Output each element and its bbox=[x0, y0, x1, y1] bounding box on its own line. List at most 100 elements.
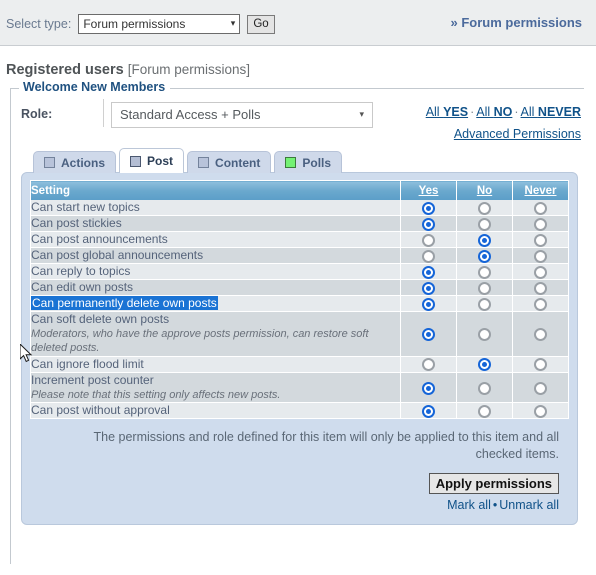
type-select-box[interactable]: Forum permissions ▾ bbox=[78, 14, 241, 34]
footer-note: The permissions and role defined for thi… bbox=[93, 430, 559, 462]
radio-cell-yes[interactable] bbox=[400, 295, 457, 312]
radio-cell-yes[interactable] bbox=[400, 372, 457, 404]
radio-cell-never[interactable] bbox=[512, 231, 569, 248]
radio-yes[interactable] bbox=[422, 381, 435, 395]
mark-all-link[interactable]: Mark all bbox=[447, 498, 491, 512]
radio-never[interactable] bbox=[534, 404, 547, 418]
radio-yes[interactable] bbox=[422, 265, 435, 279]
radio-cell-never[interactable] bbox=[512, 311, 569, 357]
radio-cell-never[interactable] bbox=[512, 263, 569, 280]
radio-cell-no[interactable] bbox=[456, 372, 513, 404]
radio-never[interactable] bbox=[534, 249, 547, 263]
setting-label: Increment post counter bbox=[31, 372, 154, 387]
radio-cell-no[interactable] bbox=[456, 402, 513, 420]
column-header-yes-label[interactable]: Yes bbox=[419, 185, 439, 197]
radio-cell-no[interactable] bbox=[456, 311, 513, 357]
radio-cell-yes[interactable] bbox=[400, 231, 457, 248]
radio-no[interactable] bbox=[478, 265, 491, 279]
radio-cell-yes[interactable] bbox=[400, 215, 457, 232]
tab-content[interactable]: Content bbox=[187, 151, 272, 173]
radio-cell-never[interactable] bbox=[512, 200, 569, 216]
tab-actions[interactable]: Actions bbox=[33, 151, 117, 173]
column-header-no[interactable]: No bbox=[456, 180, 513, 200]
radio-yes[interactable] bbox=[422, 297, 435, 311]
radio-never[interactable] bbox=[534, 217, 547, 231]
table-row: Can post announcements bbox=[30, 231, 569, 248]
radio-never[interactable] bbox=[534, 201, 547, 215]
permissions-table-body: Can start new topics Can post stickies Can… bbox=[30, 200, 569, 420]
role-select-box[interactable]: Standard Access + Polls ▾ bbox=[111, 102, 373, 128]
radio-no[interactable] bbox=[478, 297, 491, 311]
radio-cell-yes[interactable] bbox=[400, 402, 457, 420]
radio-cell-never[interactable] bbox=[512, 279, 569, 296]
top-toolbar: Select type: Forum permissions ▾ Go » Fo… bbox=[0, 0, 596, 46]
radio-cell-no[interactable] bbox=[456, 263, 513, 280]
radio-yes[interactable] bbox=[422, 249, 435, 263]
radio-cell-never[interactable] bbox=[512, 215, 569, 232]
role-label: Role: bbox=[21, 107, 53, 121]
radio-never[interactable] bbox=[534, 327, 547, 341]
setting-label: Can post announcements bbox=[31, 232, 168, 246]
radio-cell-no[interactable] bbox=[456, 279, 513, 296]
advanced-permissions-link[interactable]: Advanced Permissions bbox=[454, 127, 581, 141]
role-dropdown[interactable]: Standard Access + Polls bbox=[111, 102, 373, 128]
select-type-dropdown[interactable]: Forum permissions bbox=[78, 14, 241, 34]
page-title-main: Registered users bbox=[6, 62, 124, 78]
radio-never[interactable] bbox=[534, 297, 547, 311]
radio-yes[interactable] bbox=[422, 327, 435, 341]
radio-never[interactable] bbox=[534, 281, 547, 295]
radio-no[interactable] bbox=[478, 249, 491, 263]
column-header-never-label[interactable]: Never bbox=[525, 185, 557, 197]
tab-square-icon bbox=[44, 157, 55, 168]
radio-yes[interactable] bbox=[422, 201, 435, 215]
radio-yes[interactable] bbox=[422, 358, 435, 372]
radio-no[interactable] bbox=[478, 201, 491, 215]
column-header-yes[interactable]: Yes bbox=[400, 180, 457, 200]
radio-cell-yes[interactable] bbox=[400, 356, 457, 373]
table-row: Can post without approval bbox=[30, 402, 569, 420]
radio-cell-yes[interactable] bbox=[400, 247, 457, 264]
radio-no[interactable] bbox=[478, 327, 491, 341]
radio-cell-no[interactable] bbox=[456, 231, 513, 248]
column-header-no-label[interactable]: No bbox=[477, 185, 492, 197]
radio-cell-yes[interactable] bbox=[400, 263, 457, 280]
all-yes-link[interactable]: All YES bbox=[426, 105, 468, 119]
radio-cell-never[interactable] bbox=[512, 247, 569, 264]
radio-never[interactable] bbox=[534, 265, 547, 279]
radio-cell-yes[interactable] bbox=[400, 200, 457, 216]
all-no-link[interactable]: All NO bbox=[476, 105, 512, 119]
radio-never[interactable] bbox=[534, 381, 547, 395]
radio-no[interactable] bbox=[478, 217, 491, 231]
radio-no[interactable] bbox=[478, 358, 491, 372]
radio-never[interactable] bbox=[534, 233, 547, 247]
radio-cell-never[interactable] bbox=[512, 402, 569, 420]
go-button[interactable]: Go bbox=[247, 14, 275, 34]
radio-cell-yes[interactable] bbox=[400, 311, 457, 357]
radio-cell-never[interactable] bbox=[512, 356, 569, 373]
radio-never[interactable] bbox=[534, 358, 547, 372]
radio-yes[interactable] bbox=[422, 404, 435, 418]
tab-label: Polls bbox=[302, 155, 332, 170]
tab-polls[interactable]: Polls bbox=[274, 151, 343, 173]
table-row: Can ignore flood limit bbox=[30, 356, 569, 373]
radio-cell-no[interactable] bbox=[456, 247, 513, 264]
column-header-never[interactable]: Never bbox=[512, 180, 569, 200]
radio-cell-no[interactable] bbox=[456, 215, 513, 232]
radio-no[interactable] bbox=[478, 281, 491, 295]
apply-permissions-button[interactable]: Apply permissions bbox=[428, 473, 559, 494]
radio-cell-yes[interactable] bbox=[400, 279, 457, 296]
radio-no[interactable] bbox=[478, 404, 491, 418]
radio-yes[interactable] bbox=[422, 233, 435, 247]
all-never-link[interactable]: All NEVER bbox=[521, 105, 581, 119]
radio-cell-never[interactable] bbox=[512, 372, 569, 404]
radio-yes[interactable] bbox=[422, 281, 435, 295]
radio-cell-no[interactable] bbox=[456, 200, 513, 216]
radio-cell-never[interactable] bbox=[512, 295, 569, 312]
unmark-all-link[interactable]: Unmark all bbox=[499, 498, 559, 512]
radio-no[interactable] bbox=[478, 381, 491, 395]
radio-cell-no[interactable] bbox=[456, 295, 513, 312]
radio-cell-no[interactable] bbox=[456, 356, 513, 373]
tab-post[interactable]: Post bbox=[119, 148, 185, 173]
radio-no[interactable] bbox=[478, 233, 491, 247]
radio-yes[interactable] bbox=[422, 217, 435, 231]
